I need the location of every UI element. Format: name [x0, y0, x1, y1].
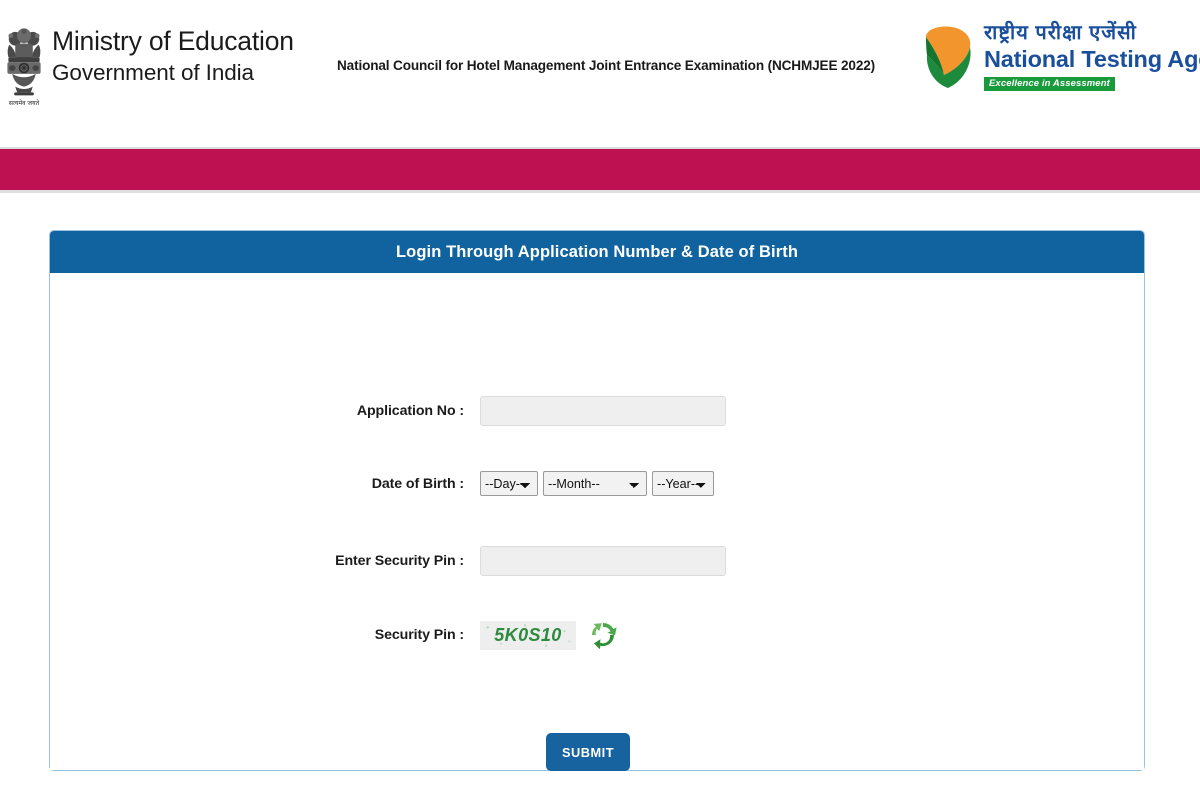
date-of-birth-label: Date of Birth :: [371, 475, 464, 492]
ministry-name: Ministry of Education: [52, 26, 294, 56]
login-panel-title: Login Through Application Number & Date …: [50, 231, 1144, 273]
captcha-text: 5K0S10: [494, 624, 562, 645]
submit-button[interactable]: SUBMIT: [546, 733, 630, 771]
date-of-birth-row: Date of Birth : --Day-- --Month-- --Year…: [50, 471, 714, 496]
dob-year-select[interactable]: --Year--: [652, 471, 714, 496]
refresh-captcha-icon[interactable]: [587, 619, 619, 651]
enter-security-pin-label: Enter Security Pin :: [335, 553, 464, 569]
ashoka-emblem-icon: सत्यमेव जयते: [7, 28, 41, 107]
enter-security-pin-row: Enter Security Pin :: [50, 546, 726, 576]
nta-branding: राष्ट्रीय परीक्षा एजेंसी National Testin…: [920, 22, 1200, 91]
site-header: सत्यमेव जयते Ministry of Education Gover…: [0, 0, 1200, 133]
refresh-arrows-glyph: [592, 623, 617, 650]
government-name: Government of India: [52, 59, 254, 85]
dob-day-select[interactable]: --Day--: [480, 471, 538, 496]
primary-nav-bar: [0, 147, 1200, 193]
nta-tagline: Excellence in Assessment: [984, 76, 1115, 91]
emblem-motto: सत्यमेव जयते: [9, 99, 40, 107]
submit-row: SUBMIT: [546, 733, 630, 771]
application-no-label: Application No :: [356, 403, 464, 419]
date-of-birth-group: --Day-- --Month-- --Year--: [480, 471, 714, 496]
application-no-input[interactable]: [480, 396, 726, 426]
dob-month-select[interactable]: --Month--: [543, 471, 647, 496]
login-form: Application No : Date of Birth : --Day--…: [50, 273, 1144, 771]
nta-text-block: राष्ट्रीय परीक्षा एजेंसी National Testin…: [984, 22, 1200, 91]
exam-title: National Council for Hotel Management Jo…: [337, 58, 876, 73]
captcha-image: 5K0S10: [480, 620, 576, 650]
ministry-branding: सत्यमेव जयते Ministry of Education Gover…: [0, 26, 294, 110]
enter-security-pin-input[interactable]: [480, 546, 726, 576]
nta-checkmark-icon: [926, 26, 971, 88]
nta-hindi-name: राष्ट्रीय परीक्षा एजेंसी: [984, 22, 1137, 44]
security-pin-label: Security Pin :: [374, 627, 464, 643]
login-panel: Login Through Application Number & Date …: [49, 230, 1145, 771]
captcha-group: 5K0S10: [480, 619, 619, 651]
security-pin-row: Security Pin : 5K0S10: [50, 619, 619, 651]
ministry-text-block: Ministry of Education Government of Indi…: [52, 26, 294, 84]
nta-english-name: National Testing Agency: [984, 46, 1200, 72]
application-no-row: Application No :: [50, 396, 726, 426]
